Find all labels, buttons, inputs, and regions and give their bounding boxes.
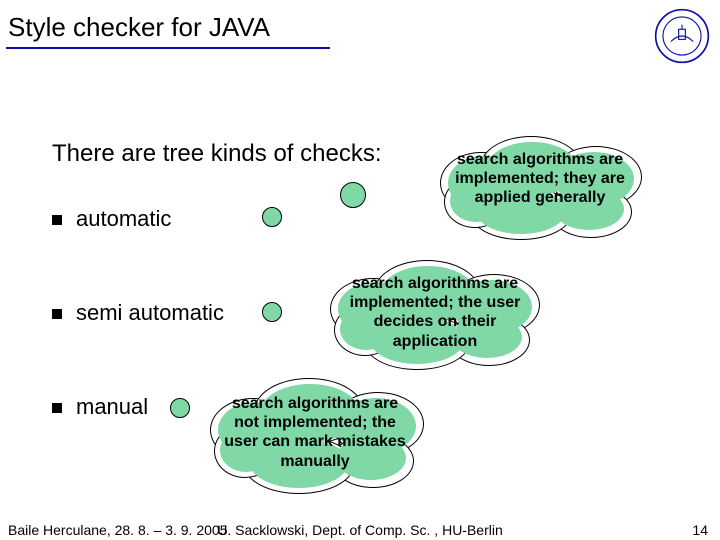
bullet-square-icon bbox=[52, 309, 62, 319]
connector-bubble-icon bbox=[340, 182, 366, 208]
cloud-text: search algorithms are implemented; the u… bbox=[342, 274, 528, 351]
bullet-square-icon bbox=[52, 215, 62, 225]
bullet-label: semi automatic bbox=[76, 300, 224, 325]
intro-text: There are tree kinds of checks: bbox=[52, 140, 381, 168]
connector-bubble-icon bbox=[262, 207, 282, 227]
bullet-label: manual bbox=[76, 394, 148, 419]
university-seal-icon bbox=[654, 8, 710, 64]
connector-bubble-icon bbox=[170, 398, 190, 418]
bullet-semi-automatic: semi automatic bbox=[52, 300, 224, 326]
connector-bubble-icon bbox=[262, 302, 282, 322]
bullet-automatic: automatic bbox=[52, 206, 171, 232]
cloud-semi-automatic: search algorithms are implemented; the u… bbox=[320, 256, 550, 376]
bullet-label: automatic bbox=[76, 206, 171, 231]
bullet-square-icon bbox=[52, 403, 62, 413]
bullet-manual: manual bbox=[52, 394, 148, 420]
footer-center: U. Sacklowski, Dept. of Comp. Sc. , HU-B… bbox=[0, 522, 720, 538]
cloud-text: search algorithms are not implemented; t… bbox=[222, 394, 408, 471]
slide-title: Style checker for JAVA bbox=[6, 12, 330, 49]
cloud-automatic: search algorithms are implemented; they … bbox=[430, 130, 650, 250]
cloud-manual: search algorithms are not implemented; t… bbox=[200, 372, 430, 502]
footer-page-number: 14 bbox=[692, 522, 708, 538]
cloud-text: search algorithms are implemented; they … bbox=[450, 150, 630, 208]
